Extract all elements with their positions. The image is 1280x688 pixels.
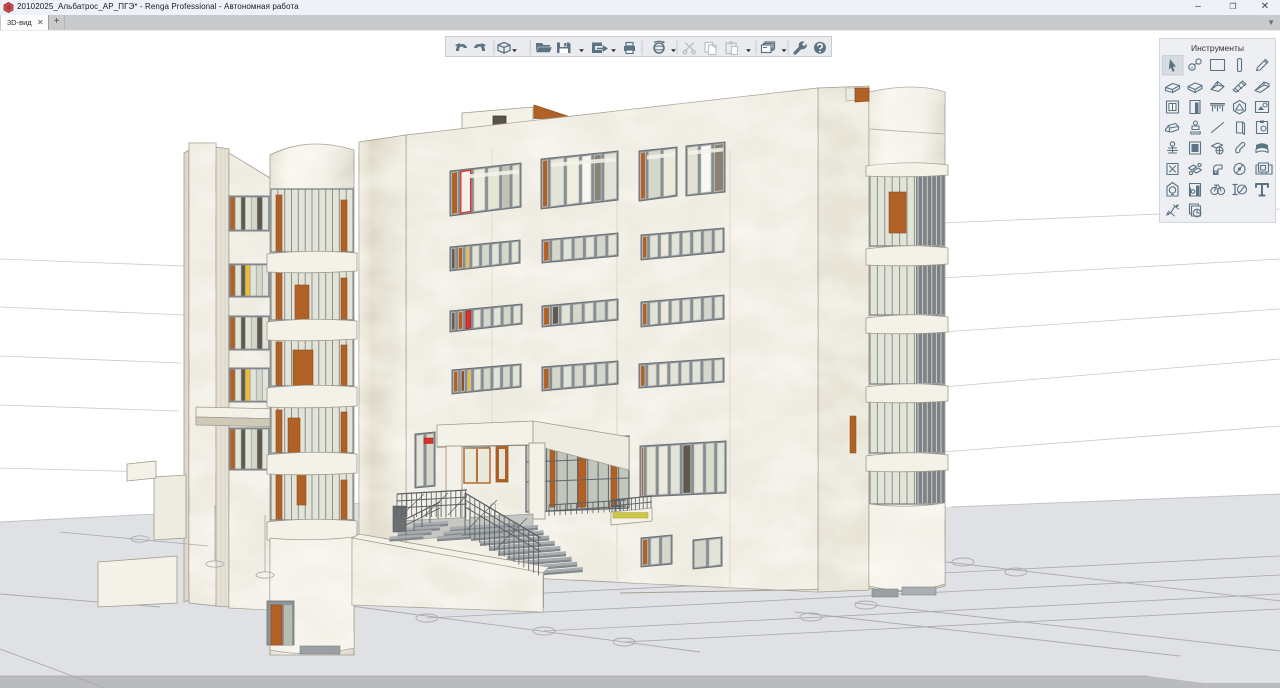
svg-text:A: A (1190, 65, 1193, 70)
